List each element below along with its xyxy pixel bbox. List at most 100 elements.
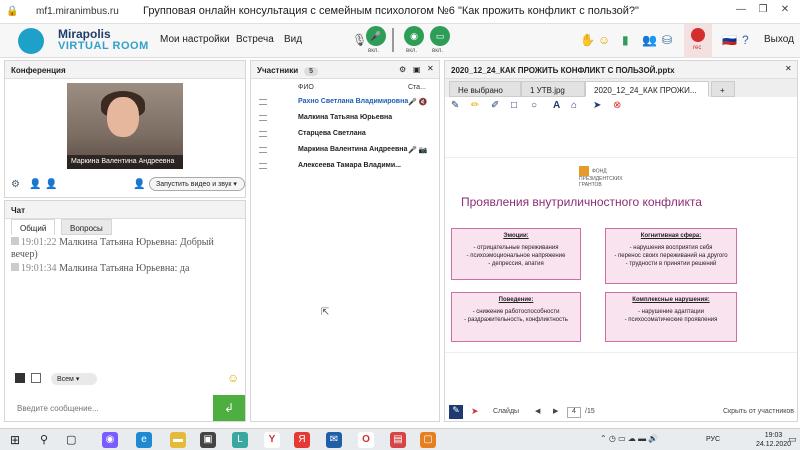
participant-row[interactable]: Алексеева Тамара Владими... <box>251 159 439 174</box>
participant-video-icon[interactable]: 👤 <box>29 179 41 190</box>
layout-icon[interactable]: ⚙ <box>11 179 20 190</box>
drag-handle-icon[interactable] <box>259 131 267 137</box>
poll-chart-icon[interactable]: ▮ <box>622 33 629 47</box>
users-icon[interactable]: 👥 <box>642 33 657 47</box>
popout-icon[interactable]: ▣ <box>413 65 421 74</box>
search-icon[interactable]: ⚲ <box>40 433 48 446</box>
drag-handle-icon[interactable] <box>259 115 267 121</box>
language-indicator[interactable]: РУС <box>706 436 720 443</box>
draw-tool-icon[interactable]: ✎ <box>449 405 463 419</box>
notifications-icon[interactable]: ▭ <box>788 434 797 445</box>
clear-icon[interactable]: ⊗ <box>613 100 621 111</box>
add-tab-button[interactable]: + <box>711 81 735 97</box>
share-video-icon[interactable]: 👤 <box>45 179 57 190</box>
message-input[interactable] <box>11 399 207 417</box>
fill-icon[interactable]: ⌂ <box>571 100 577 111</box>
tab-general[interactable]: Общий <box>11 219 56 235</box>
participant-row[interactable]: Маркина Валентина Андреевна 🎤 📷 <box>251 143 439 158</box>
close-panel-icon[interactable]: ✕ <box>427 64 434 73</box>
message-icon <box>11 237 19 245</box>
video-feed[interactable]: Маркина Валентина Андреевна <box>67 83 183 169</box>
recipient-select[interactable]: Всем ▾ <box>51 373 97 385</box>
edge-browser-icon[interactable]: e <box>136 432 152 448</box>
menu-view[interactable]: Вид <box>284 34 302 45</box>
participant-row[interactable]: Старцева Светлана <box>251 127 439 142</box>
drag-handle-icon[interactable] <box>259 99 267 105</box>
yandex-icon[interactable]: Y <box>264 432 280 448</box>
text-tool-icon[interactable]: A <box>553 100 560 111</box>
brush-icon[interactable]: ✐ <box>491 100 499 111</box>
opera-icon[interactable]: O <box>358 432 374 448</box>
close-presentation-icon[interactable]: ✕ <box>785 64 792 73</box>
help-icon[interactable]: ? <box>742 33 749 47</box>
tray-icons[interactable]: ⌃ ◷ ▭ ☁ ▬ 🔊 <box>600 434 658 443</box>
window-title: Групповая онлайн консультация с семейным… <box>143 5 639 17</box>
laser-pointer-icon[interactable]: ➤ <box>471 406 479 417</box>
col-name-header[interactable]: ФИО <box>298 84 314 91</box>
record-icon <box>691 28 705 42</box>
alice-app-icon[interactable]: ◉ <box>102 432 118 448</box>
yandex-browser-icon[interactable]: Я <box>294 432 310 448</box>
network-icon[interactable]: ⛁ <box>662 33 672 47</box>
settings-gear-icon[interactable]: ⚙ <box>399 65 406 74</box>
message-icon <box>11 263 19 271</box>
send-button[interactable]: ↲ <box>213 395 245 421</box>
start-windows-icon[interactable]: ⊞ <box>10 433 20 447</box>
prev-slide-button[interactable]: ◀ <box>535 407 540 415</box>
app-l-icon[interactable]: L <box>232 432 248 448</box>
hide-from-participants-button[interactable]: Скрыть от участников <box>723 408 794 415</box>
clock-time: 19:03 <box>764 432 783 439</box>
chat-message: 19:01:34 Малкина Татьяна Юрьевна: да <box>11 263 241 275</box>
participant-row[interactable]: Рахно Светлана Владимировна 🎤 🔇 <box>251 95 439 110</box>
rec-label: rec <box>693 45 702 51</box>
raise-hand-icon[interactable]: ✋ <box>580 33 595 47</box>
tab-presentation-file[interactable]: 2020_12_24_КАК ПРОЖИ... <box>585 81 709 97</box>
presentation-tabs: Не выбрано 1 УТВ.jpg 2020_12_24_КАК ПРОЖ… <box>445 79 797 97</box>
page-number-input[interactable]: 4 <box>567 407 581 418</box>
col-status-header[interactable]: Ста... <box>408 84 426 91</box>
mail-icon[interactable]: ✉ <box>326 432 342 448</box>
slide-box-cognitive: Когнитивная сфера: - нарушения восприяти… <box>605 228 737 284</box>
drag-handle-icon[interactable] <box>259 163 267 169</box>
volume-slider[interactable] <box>392 28 394 52</box>
text-color-icon[interactable] <box>15 373 25 383</box>
emoji-icon[interactable]: ☺ <box>598 33 610 47</box>
participants-count-badge: 5 <box>304 67 319 76</box>
mic-toggle-icon[interactable]: 🎙 <box>352 33 367 47</box>
pointer-icon[interactable]: ➤ <box>593 100 601 111</box>
screen-share-button[interactable]: ▭ <box>430 26 450 46</box>
maximize-button[interactable]: ❐ <box>752 4 774 20</box>
chat-controls: Всем ▾ ☺ <box>5 369 245 389</box>
task-view-icon[interactable]: ▢ <box>66 433 76 446</box>
menu-meeting[interactable]: Встреча <box>236 34 274 45</box>
next-slide-button[interactable]: ▶ <box>553 407 558 415</box>
clock[interactable]: 19:03 24.12.2020 <box>756 431 791 449</box>
start-video-dropdown[interactable]: Запустить видео и звук ▾ <box>149 177 245 191</box>
tab-not-selected[interactable]: Не выбрано <box>449 81 521 97</box>
emoji-picker-icon[interactable]: ☺ <box>227 371 239 385</box>
exit-button[interactable]: Выход <box>764 34 794 45</box>
language-flag-icon[interactable]: 🇷🇺 <box>722 33 737 47</box>
menu-my-settings[interactable]: Мои настройки <box>160 34 230 45</box>
participant-row[interactable]: Малкина Татьяна Юрьевна <box>251 111 439 126</box>
drag-handle-icon[interactable] <box>259 147 267 153</box>
microphone-button[interactable]: 🎤 <box>366 26 386 46</box>
file-explorer-icon[interactable]: ▬ <box>170 432 186 448</box>
tab-utv-jpg[interactable]: 1 УТВ.jpg <box>521 81 585 97</box>
app-square-icon[interactable]: ▢ <box>420 432 436 448</box>
record-button[interactable]: rec <box>684 24 712 58</box>
url-text[interactable]: mf1.miranimbus.ru <box>36 6 119 17</box>
lock-icon: 🔒 <box>6 6 19 17</box>
slides-label[interactable]: Слайды <box>493 408 519 415</box>
rectangle-icon[interactable]: □ <box>511 100 517 111</box>
ellipse-icon[interactable]: ○ <box>531 100 537 111</box>
app-red-icon[interactable]: ▤ <box>390 432 406 448</box>
minimize-button[interactable]: — <box>730 4 752 20</box>
pen-icon[interactable]: ✎ <box>451 100 459 111</box>
store-icon[interactable]: ▣ <box>200 432 216 448</box>
camera-button[interactable]: ◉ <box>404 26 424 46</box>
close-button[interactable]: ✕ <box>774 4 796 20</box>
background-color-icon[interactable] <box>31 373 41 383</box>
tab-questions[interactable]: Вопросы <box>61 219 112 235</box>
marker-icon[interactable]: ✏ <box>471 100 479 111</box>
